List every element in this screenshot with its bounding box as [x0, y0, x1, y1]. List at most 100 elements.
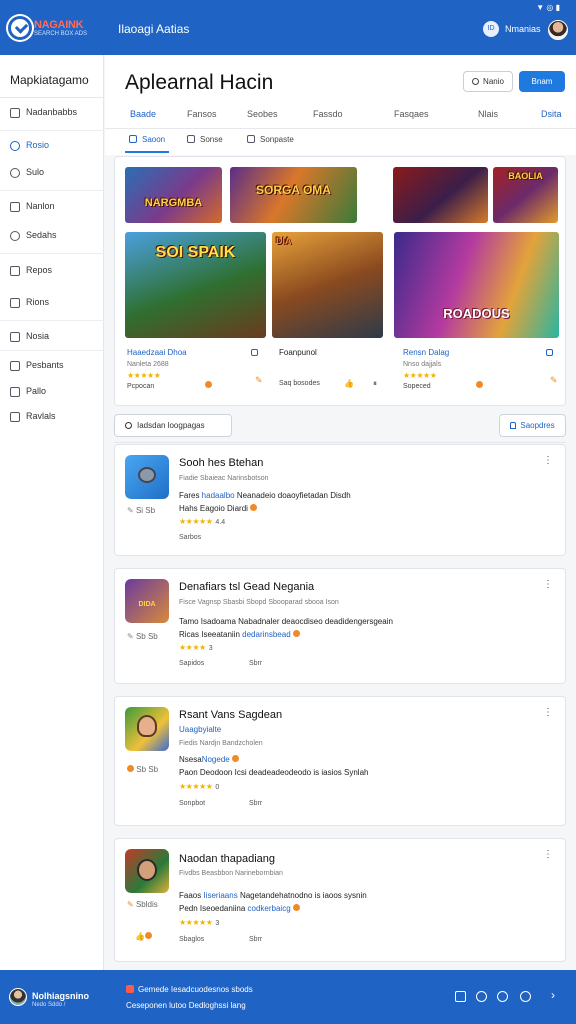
like-icon: 👍 [135, 932, 145, 941]
tab-4[interactable]: Fasqaes [394, 109, 429, 119]
game-card-art-1[interactable]: DIA [272, 232, 383, 338]
avatar[interactable] [548, 20, 568, 40]
card-name: Haaedzaai Dhoa [127, 348, 187, 357]
search-input[interactable]: Iadsdan loogpagas [114, 414, 232, 437]
item-title: Denafiars tsl Gead Negania [179, 581, 315, 593]
text: Neanadeio doaoyfietadan Disdh [234, 491, 351, 500]
badge-icon [292, 630, 300, 637]
sort-label: Saopdres [520, 421, 555, 430]
badge-icon [144, 932, 152, 939]
divider [0, 253, 104, 254]
list-item[interactable]: Sooh hes Btehan Fiadie Sbaieac Narinsbot… [114, 444, 566, 556]
grid-icon[interactable] [455, 991, 466, 1002]
sidebar-item-7[interactable]: Nosia [10, 331, 100, 347]
user-badge[interactable]: ID [483, 21, 499, 37]
share-icon[interactable] [546, 349, 553, 356]
more-icon[interactable]: ⋮ [543, 849, 553, 860]
game-card-art-0[interactable]: SOI SPAIK [125, 232, 266, 338]
highlight: Iiseriaans [203, 891, 238, 900]
meta-label: Sb Sb [136, 765, 159, 774]
tab-1[interactable]: Fansos [187, 109, 217, 119]
item-description: Fares hadaalbo Neanadeio doaoyfietadan D… [179, 491, 351, 500]
sidebar-item-9[interactable]: Pallo [10, 386, 100, 402]
badge-icon [231, 755, 239, 762]
sidebar-item-6[interactable]: Rions [10, 297, 100, 313]
tab-2[interactable]: Seobes [247, 109, 278, 119]
calendar-icon [10, 411, 20, 422]
share-icon[interactable] [251, 349, 258, 356]
game-card-2[interactable]: Rensn Dalag Nnso dajjals ★★★★★ Sopeced [403, 348, 449, 390]
secondary-button[interactable]: Nanio [463, 71, 513, 92]
highlight: dedarinsbead [242, 630, 291, 639]
app-icon: DIDA [125, 579, 169, 623]
sidebar-item-label: Nadanbabbs [26, 107, 78, 117]
edit-meta: ✎ Si Sb [127, 506, 155, 515]
tab-3[interactable]: Fassdo [313, 109, 343, 119]
clip-icon [10, 386, 20, 397]
sidebar-item-label: Nanlon [26, 201, 55, 211]
game-card-art-2[interactable]: ROADOUS [394, 232, 559, 338]
avatar[interactable] [9, 988, 27, 1006]
sidebar-item-5[interactable]: Repos [10, 265, 100, 281]
subtab-1[interactable]: Sonse [183, 135, 227, 153]
list-item[interactable]: DIDA Denafiars tsl Gead Negania Fisce Va… [114, 568, 566, 684]
pause-icon[interactable]: ⏸ [373, 379, 377, 389]
subtab-0[interactable]: Saoon [125, 135, 170, 153]
edit-meta: ✎ Sbldis [127, 900, 158, 909]
sidebar-item-1[interactable]: Rosio [10, 140, 100, 156]
more-icon[interactable]: ⋮ [543, 707, 553, 718]
refresh-icon[interactable] [520, 991, 531, 1002]
sidebar-item-label: Rions [26, 297, 50, 307]
text: Nagetandehatnodno is iaoos sysnin [237, 891, 367, 900]
item-description-2: Hahs Eagoio Diardi [179, 504, 258, 513]
primary-button[interactable]: Bnam [519, 71, 565, 92]
sort-button[interactable]: Saopdres [499, 414, 566, 437]
game-card-1[interactable]: Foanpunol Saq bosodes [279, 348, 320, 387]
sidebar-item-3[interactable]: Nanlon [10, 201, 100, 217]
featured-banner-3[interactable]: BAOLIA [493, 167, 558, 223]
more-icon[interactable]: ⋮ [543, 579, 553, 590]
settings-icon[interactable] [497, 991, 508, 1002]
sidebar-item-0[interactable]: Nadanbabbs [10, 107, 100, 123]
subtab-label: Sonpaste [260, 135, 294, 144]
search-icon [125, 422, 132, 429]
sidebar-item-8[interactable]: Pesbants [10, 360, 100, 376]
tab-bar: Baade Fansos Seobes Fassdo Fasqaes Nlais… [105, 109, 576, 129]
featured-banner-1[interactable]: SORGA OMA [230, 167, 357, 223]
stars: ★★★★★ [179, 918, 213, 927]
reaction-icons[interactable]: 👍 [135, 932, 152, 941]
item-description: Faaos Iiseriaans Nagetandehatnodno is ia… [179, 891, 367, 900]
edit-meta: Sb Sb [127, 765, 158, 774]
highlight: hadaalbo [201, 491, 235, 500]
sidebar-item-label: Sulo [26, 167, 45, 177]
subtab-2[interactable]: Sonpaste [243, 135, 298, 153]
top-bar: NAGAINK SEARCH BOX ADS Ilaoagi Aatias ▼ … [0, 0, 576, 55]
list-item[interactable]: Naodan thapadiang Fivdbs Beasbbon Narine… [114, 838, 566, 962]
app-logo-icon[interactable] [8, 16, 32, 40]
sidebar-item-2[interactable]: Sulo [10, 167, 100, 183]
card-footer: Pcpocan [127, 383, 155, 390]
game-card-0[interactable]: Haaedzaai Dhoa Nanleta 2688 ★★★★★ Pcpoca… [127, 348, 187, 390]
text: Hahs Eagoio Diardi [179, 504, 248, 513]
tab-0[interactable]: Baade [130, 109, 156, 119]
user-name[interactable]: Nmanias [505, 24, 541, 34]
list-item[interactable]: Rsant Vans Sagdean Uaagbyialte Fiedis Na… [114, 696, 566, 826]
more-icon[interactable]: ⋮ [543, 455, 553, 466]
text: Faaos [179, 891, 204, 900]
clock-icon[interactable] [476, 991, 487, 1002]
tab-5[interactable]: Nlais [478, 109, 498, 119]
doc-icon [10, 360, 20, 371]
featured-banner-2[interactable] [393, 167, 488, 223]
item-publisher[interactable]: Uaagbyialte [179, 725, 221, 734]
flag-icon: ✎ [550, 375, 558, 385]
footer-user-sub: Nedo Sddo / [32, 1002, 66, 1008]
divider [105, 128, 576, 129]
chevron-right-icon[interactable]: › [551, 988, 555, 1002]
sidebar-item-4[interactable]: Sedahs [10, 230, 100, 246]
tab-6[interactable]: Dsita [541, 109, 562, 119]
like-icon[interactable]: 👍 [344, 379, 354, 388]
featured-banner-0[interactable]: NARGMBA [125, 167, 222, 223]
sidebar-item-10[interactable]: Ravlals [10, 411, 100, 427]
item-footer: Sbaglos [179, 936, 205, 943]
footer-user-name[interactable]: Nolhiagsnino [32, 991, 89, 1001]
